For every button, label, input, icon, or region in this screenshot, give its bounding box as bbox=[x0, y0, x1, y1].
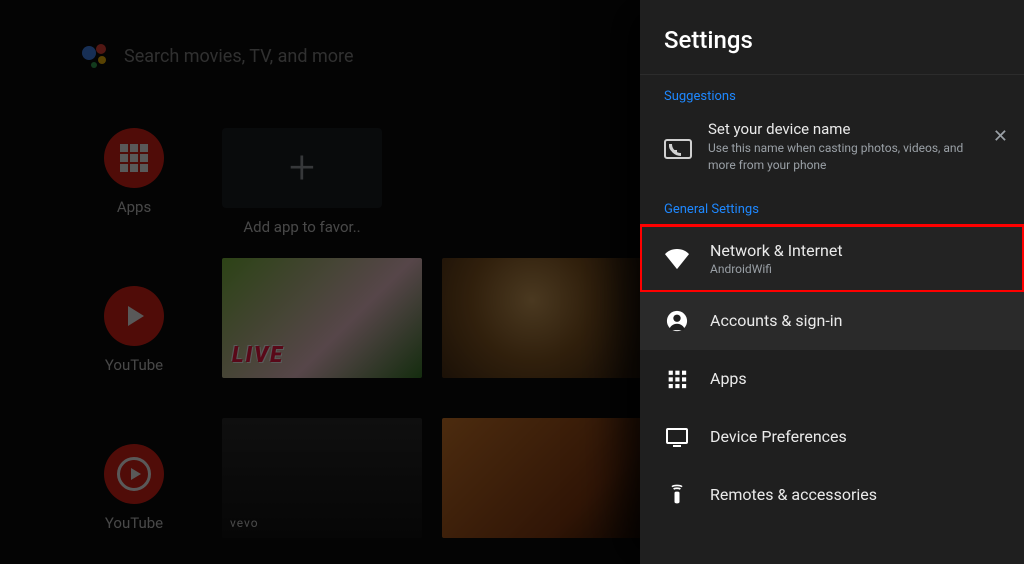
settings-item-label: Remotes & accessories bbox=[710, 485, 877, 504]
suggestion-subtitle: Use this name when casting photos, video… bbox=[708, 140, 968, 174]
apps-launcher[interactable]: Apps bbox=[104, 128, 164, 216]
section-suggestions: Suggestions bbox=[640, 75, 1024, 112]
content-row-1: LIVE bbox=[222, 258, 642, 378]
android-tv-screen: Search movies, TV, and more Apps YouTube… bbox=[0, 0, 1024, 564]
apps-grid-icon bbox=[664, 366, 690, 392]
cast-icon bbox=[664, 139, 692, 159]
search-placeholder: Search movies, TV, and more bbox=[124, 46, 354, 67]
content-row-2: vevo bbox=[222, 418, 642, 538]
settings-item-apps[interactable]: Apps bbox=[640, 350, 1024, 408]
wifi-icon bbox=[664, 245, 690, 271]
settings-list: Suggestions Set your device name Use thi… bbox=[640, 75, 1024, 564]
close-icon[interactable]: ✕ bbox=[993, 126, 1008, 147]
suggestion-title: Set your device name bbox=[708, 120, 968, 138]
content-card[interactable]: LIVE bbox=[222, 258, 422, 378]
plus-icon: + bbox=[289, 141, 315, 195]
settings-title: Settings bbox=[640, 0, 1024, 75]
search-bar[interactable]: Search movies, TV, and more bbox=[80, 42, 354, 70]
settings-panel: Settings Suggestions Set your device nam… bbox=[640, 0, 1024, 564]
suggestion-set-device-name[interactable]: Set your device name Use this name when … bbox=[640, 112, 1024, 188]
content-card[interactable]: vevo bbox=[222, 418, 422, 538]
settings-item-label: Accounts & sign-in bbox=[710, 311, 842, 330]
live-badge: LIVE bbox=[232, 343, 284, 368]
google-assistant-icon bbox=[80, 42, 108, 70]
settings-item-device-preferences[interactable]: Device Preferences bbox=[640, 408, 1024, 466]
apps-label: Apps bbox=[117, 198, 151, 216]
youtube-label: YouTube bbox=[105, 356, 163, 374]
remote-icon bbox=[664, 482, 690, 508]
settings-item-network[interactable]: Network & Internet AndroidWifi bbox=[640, 225, 1024, 292]
section-general: General Settings bbox=[640, 188, 1024, 225]
add-favorite-label: Add app to favor.. bbox=[222, 218, 382, 236]
youtube-launcher-2[interactable]: YouTube bbox=[104, 444, 164, 532]
settings-item-label: Device Preferences bbox=[710, 427, 847, 446]
settings-item-remotes[interactable]: Remotes & accessories bbox=[640, 466, 1024, 524]
content-card[interactable] bbox=[442, 418, 642, 538]
add-favorite-tile[interactable]: + Add app to favor.. bbox=[222, 128, 382, 236]
account-icon bbox=[664, 308, 690, 334]
content-card[interactable] bbox=[442, 258, 642, 378]
launcher-left-column: Apps YouTube YouTube bbox=[74, 128, 194, 532]
tv-icon bbox=[664, 424, 690, 450]
apps-icon bbox=[104, 128, 164, 188]
add-favorite-card: + bbox=[222, 128, 382, 208]
settings-item-label: Network & Internet bbox=[710, 241, 843, 260]
youtube-icon bbox=[104, 286, 164, 346]
youtube-label-2: YouTube bbox=[105, 514, 163, 532]
settings-item-label: Apps bbox=[710, 369, 747, 388]
vevo-badge: vevo bbox=[230, 516, 259, 530]
youtube-ring-icon bbox=[104, 444, 164, 504]
youtube-launcher[interactable]: YouTube bbox=[104, 286, 164, 374]
settings-item-sub: AndroidWifi bbox=[710, 262, 843, 276]
settings-item-accounts[interactable]: Accounts & sign-in bbox=[640, 292, 1024, 350]
